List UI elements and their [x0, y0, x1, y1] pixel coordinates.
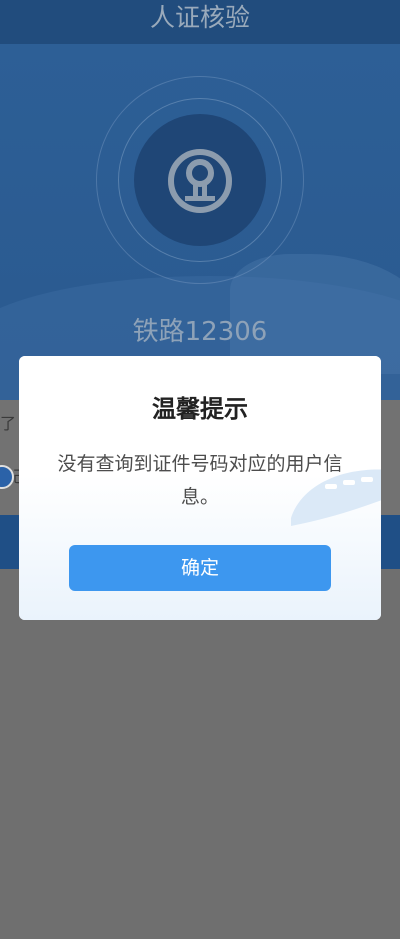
brand-name: 铁路12306 — [132, 317, 268, 347]
page-title: 人证核验 — [0, 0, 400, 44]
dialog-message: 没有查询到证件号码对应的用户信息。 — [57, 453, 343, 508]
content-area-lower — [0, 569, 400, 939]
obscured-text: 了 — [0, 414, 17, 433]
railway-logo-icon — [168, 149, 232, 213]
alert-dialog: 温馨提示 没有查询到证件号码对应的用户信息。 确定 — [19, 356, 381, 620]
confirm-button[interactable]: 确定 — [69, 545, 331, 591]
dialog-title: 温馨提示 — [152, 395, 248, 423]
